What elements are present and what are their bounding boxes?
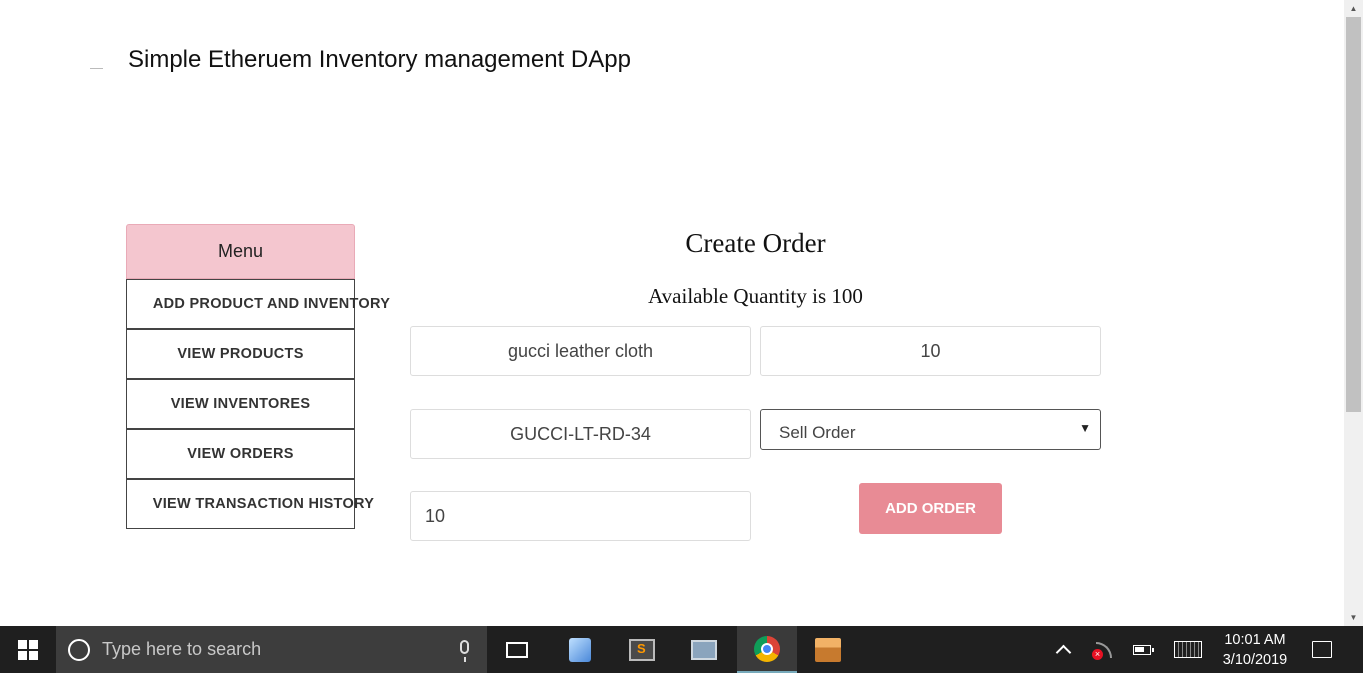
menu-header: Menu [126,224,355,279]
available-quantity-text: Available Quantity is 100 [648,284,863,308]
touch-keyboard-icon [1174,641,1202,658]
menu-item-view-products[interactable]: VIEW PRODUCTS [126,329,355,379]
network-disconnected-icon: × [1092,641,1112,660]
virtualbox-taskbar-button[interactable] [550,626,610,673]
menu-item-label: VIEW INVENTORES [170,396,311,412]
scroll-down-arrow-icon[interactable]: ▼ [1344,609,1363,626]
clock-date: 3/10/2019 [1222,652,1288,668]
chrome-taskbar-button[interactable] [737,626,797,673]
windows-taskbar: Type here to search × 10:01 AM 3/10/2019 [0,626,1363,673]
page-scrollbar[interactable]: ▲ ▼ [1344,0,1363,626]
task-view-icon [506,641,528,658]
app-title: Simple Etheruem Inventory management DAp… [128,46,631,73]
menu-item-view-orders[interactable]: VIEW ORDERS [126,429,355,479]
action-center-icon [1312,641,1332,658]
network-button[interactable]: × [1088,626,1116,673]
chrome-icon [754,635,780,662]
windows-logo-icon [18,639,38,660]
menu-item-label: VIEW TRANSACTION HISTORY [152,496,375,512]
clock-time: 10:01 AM [1224,632,1286,648]
microphone-icon[interactable] [460,640,469,662]
create-order-title: Create Order [685,228,826,258]
taskbar-clock[interactable]: 10:01 AM 3/10/2019 [1212,630,1298,670]
add-order-button[interactable]: ADD ORDER [859,483,1002,534]
quantity-field[interactable]: 10 [760,326,1101,376]
chevron-up-icon [1055,644,1071,661]
logo-placeholder [90,68,103,69]
touch-keyboard-button[interactable] [1170,626,1206,673]
minecraft-taskbar-button[interactable] [798,626,858,673]
task-manager-icon [691,639,717,660]
start-button[interactable] [0,626,56,673]
scroll-up-arrow-icon[interactable]: ▲ [1344,0,1363,17]
virtualbox-icon [569,637,591,662]
battery-button[interactable] [1128,626,1156,673]
show-hidden-icons-button[interactable] [1050,626,1076,673]
menu-item-view-inventories[interactable]: VIEW INVENTORES [126,379,355,429]
action-center-button[interactable] [1308,626,1336,673]
order-type-value: Sell Order [779,423,856,442]
side-menu: Menu ADD PRODUCT AND INVENTORY VIEW PROD… [126,224,390,529]
order-type-select[interactable]: Sell Order ▼ [760,409,1101,450]
dropdown-arrow-icon: ▼ [1079,421,1091,435]
menu-item-label: ADD PRODUCT AND INVENTORY [152,296,391,312]
menu-item-label: VIEW PRODUCTS [177,346,304,362]
order-amount-field[interactable]: 10 [410,491,751,541]
search-placeholder: Type here to search [102,639,262,659]
menu-item-label: VIEW ORDERS [187,446,294,462]
battery-icon [1133,644,1154,655]
cortana-icon [68,638,90,661]
sku-field[interactable]: GUCCI-LT-RD-34 [410,409,751,459]
task-view-button[interactable] [487,626,547,673]
task-manager-taskbar-button[interactable] [674,626,734,673]
minecraft-icon [815,637,841,662]
taskbar-search-box[interactable]: Type here to search [56,626,487,673]
browser-page: Simple Etheruem Inventory management DAp… [0,0,1344,626]
sublime-taskbar-button[interactable] [612,626,672,673]
product-name-field[interactable]: gucci leather cloth [410,326,751,376]
scroll-thumb[interactable] [1346,17,1361,412]
sublime-text-icon [629,638,655,661]
menu-item-add-product[interactable]: ADD PRODUCT AND INVENTORY [126,279,390,329]
menu-item-view-transaction-history[interactable]: VIEW TRANSACTION HISTORY [126,479,374,529]
